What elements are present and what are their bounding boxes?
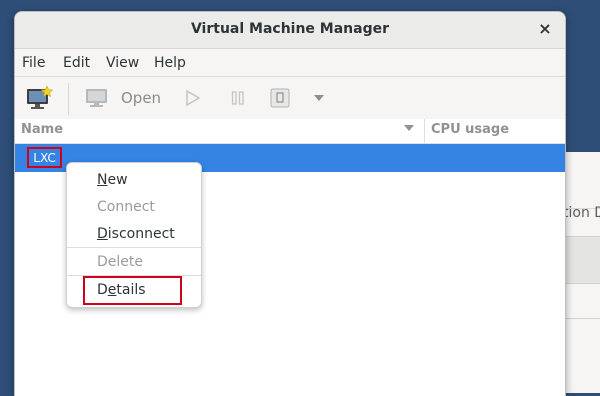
column-divider [424,119,425,143]
menu-item-new-label: ew [107,172,128,188]
run-button[interactable] [185,83,201,113]
open-button[interactable] [85,83,109,113]
sort-chevron-icon[interactable] [404,125,414,132]
background-band [565,236,600,284]
mnemonic-n: N [97,172,108,188]
menu-help[interactable]: Help [154,55,186,71]
column-cpu-usage[interactable]: CPU usage [431,122,509,137]
menu-item-disconnect-label: isconnect [107,226,175,242]
column-name[interactable]: Name [21,122,63,137]
connection-highlight: LXC [27,147,62,168]
menu-item-new[interactable]: New [97,172,128,188]
pause-button[interactable] [231,83,245,113]
monitor-icon [86,89,107,107]
shutdown-menu-button[interactable] [313,83,325,113]
menu-item-disconnect[interactable]: Disconnect [97,226,175,242]
new-vm-icon [27,85,53,109]
context-menu: New Connect Disconnect Delete Details [66,162,202,308]
shutdown-icon [270,88,290,108]
play-icon [186,89,201,107]
mnemonic-d: D [97,226,108,242]
pause-icon [231,91,244,105]
list-header: Name CPU usage [15,119,565,144]
menu-file[interactable]: File [22,55,45,71]
menu-item-delete: Delete [97,254,143,270]
menu-edit[interactable]: Edit [63,55,90,71]
menu-view[interactable]: View [106,55,139,71]
close-button[interactable]: × [535,19,555,39]
connection-label[interactable]: LXC [29,151,60,165]
details-highlight [83,276,182,305]
menu-bar: File Edit View Help [15,49,565,77]
toolbar: Open [15,77,565,122]
new-vm-button[interactable] [25,83,53,113]
shutdown-button[interactable] [270,83,290,113]
background-divider [565,318,600,319]
toolbar-separator [68,83,69,115]
open-label: Open [121,89,162,107]
menu-separator [67,247,201,248]
menu-item-connect: Connect [97,199,155,215]
background-column-label: tion D [563,205,600,221]
title-bar: Virtual Machine Manager × [15,12,565,49]
chevron-down-icon [314,95,324,101]
window-title: Virtual Machine Manager [190,21,390,37]
